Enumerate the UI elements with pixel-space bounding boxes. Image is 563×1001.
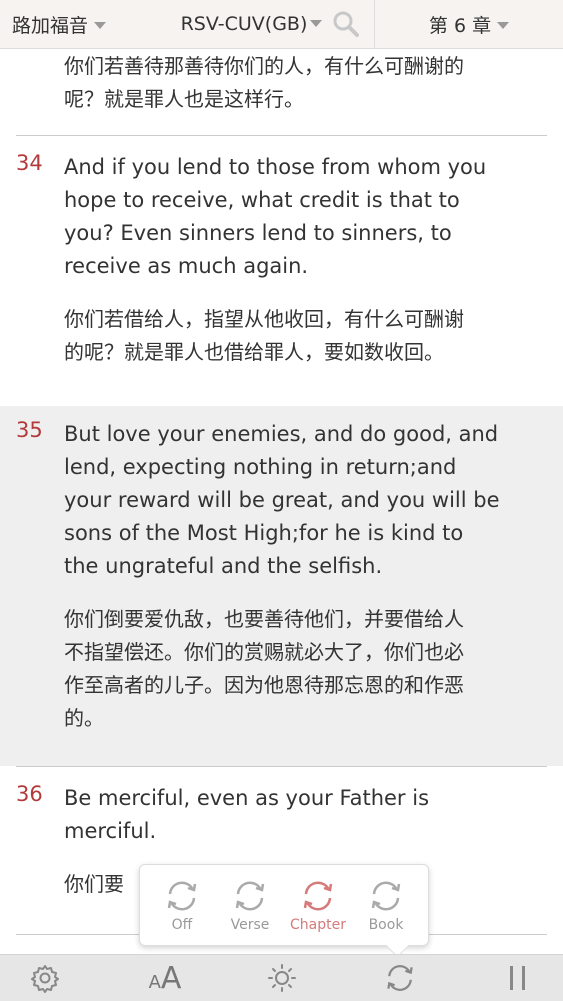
sync-icon — [167, 881, 197, 911]
verse-item[interactable]: 34 And if you lend to those from whom yo… — [0, 151, 563, 369]
sun-icon — [268, 964, 296, 992]
chapter-selector[interactable]: 第 6 章 — [374, 0, 563, 48]
verse-english-line: lend, expecting nothing in return;and — [64, 455, 457, 479]
verse-english-line: your reward will be great, and you will … — [64, 488, 500, 512]
chapter-name: 第 6 章 — [428, 14, 492, 37]
sync-icon — [303, 881, 333, 911]
sync-chapter-label: Chapter — [290, 917, 346, 933]
sync-off-label: Off — [171, 917, 193, 933]
verse-number: 35 — [16, 418, 43, 442]
verse-chinese-line: 你们倒要爱仇敌，也要善待他们，并要借给人 — [64, 607, 464, 631]
verse-list[interactable]: 你们若善待那善待你们的人，有什么可酬谢的 呢？就是罪人也是这样行。 34 And… — [0, 48, 563, 954]
sync-off-button[interactable]: Off — [152, 877, 212, 941]
gear-icon — [31, 965, 59, 993]
version-name: RSV-CUV(GB) — [180, 13, 308, 35]
font-size-button[interactable]: A A — [140, 960, 190, 996]
verse-chinese-line: 的。 — [64, 706, 104, 730]
sync-icon — [235, 881, 265, 911]
font-size-large-label: A — [160, 960, 182, 996]
divider — [16, 135, 547, 136]
font-size-small-label: A — [148, 971, 161, 993]
verse-english-line: And if you lend to those from whom you — [64, 155, 487, 179]
verse-english-line: sons of the Most High;for he is kind to — [64, 521, 464, 545]
chevron-down-icon — [497, 22, 510, 29]
verse-english-line: merciful. — [64, 819, 157, 843]
verse-number: 34 — [16, 151, 43, 175]
chevron-down-icon — [94, 22, 107, 29]
pause-icon — [510, 966, 525, 990]
verse-english-line: receive as much again. — [64, 254, 309, 278]
verse-english-line: Be merciful, even as your Father is — [64, 786, 430, 810]
sync-mode-popup: Off Verse Chapter Book — [139, 864, 429, 958]
verse-chinese-line: 你们若善待那善待你们的人，有什么可酬谢的 — [64, 54, 464, 78]
verse-number: 36 — [16, 782, 43, 806]
sync-button[interactable] — [381, 961, 419, 995]
divider — [16, 766, 547, 767]
verse-english-line: But love your enemies, and do good, and — [64, 422, 499, 446]
sync-verse-label: Verse — [230, 917, 270, 933]
verse-chinese-line: 作至高者的儿子。因为他恩待那忘恩的和作恶 — [64, 673, 464, 697]
verse-chinese-line: 你们若借给人，指望从他收回，有什么可酬谢 — [64, 307, 464, 331]
verse-english-line: the ungrateful and the selfish. — [64, 554, 383, 578]
pause-button[interactable] — [503, 961, 533, 995]
verse-item-selected[interactable]: 35 But love your enemies, and do good, a… — [0, 406, 563, 766]
brightness-button[interactable] — [265, 961, 299, 995]
sync-book-label: Book — [368, 917, 404, 933]
verse-item[interactable]: 你们若善待那善待你们的人，有什么可酬谢的 呢？就是罪人也是这样行。 — [0, 48, 563, 135]
sync-book-button[interactable]: Book — [356, 877, 416, 941]
verse-chinese-line: 呢？就是罪人也是这样行。 — [64, 87, 304, 111]
verse-english-line: hope to receive, what credit is that to — [64, 188, 460, 212]
verse-chinese-line: 的呢？就是罪人也借给罪人，要如数收回。 — [64, 340, 444, 364]
bottom-toolbar: A A — [0, 954, 563, 1001]
verse-chinese-line: 不指望偿还。你们的赏赐就必大了，你们也必 — [64, 640, 464, 664]
top-bar: 路加福音 RSV-CUV(GB) 第 6 章 — [0, 0, 563, 49]
book-name: 路加福音 — [12, 14, 89, 37]
settings-button[interactable] — [28, 961, 62, 995]
search-icon[interactable] — [332, 10, 360, 38]
book-selector[interactable]: 路加福音 — [0, 0, 150, 48]
chevron-down-icon — [310, 20, 322, 27]
version-selector[interactable]: RSV-CUV(GB) — [150, 0, 374, 48]
sync-verse-button[interactable]: Verse — [220, 877, 280, 941]
sync-icon — [387, 965, 413, 991]
sync-chapter-button[interactable]: Chapter — [288, 877, 348, 941]
verse-english-line: you? Even sinners lend to sinners, to — [64, 221, 452, 245]
sync-icon — [371, 881, 401, 911]
